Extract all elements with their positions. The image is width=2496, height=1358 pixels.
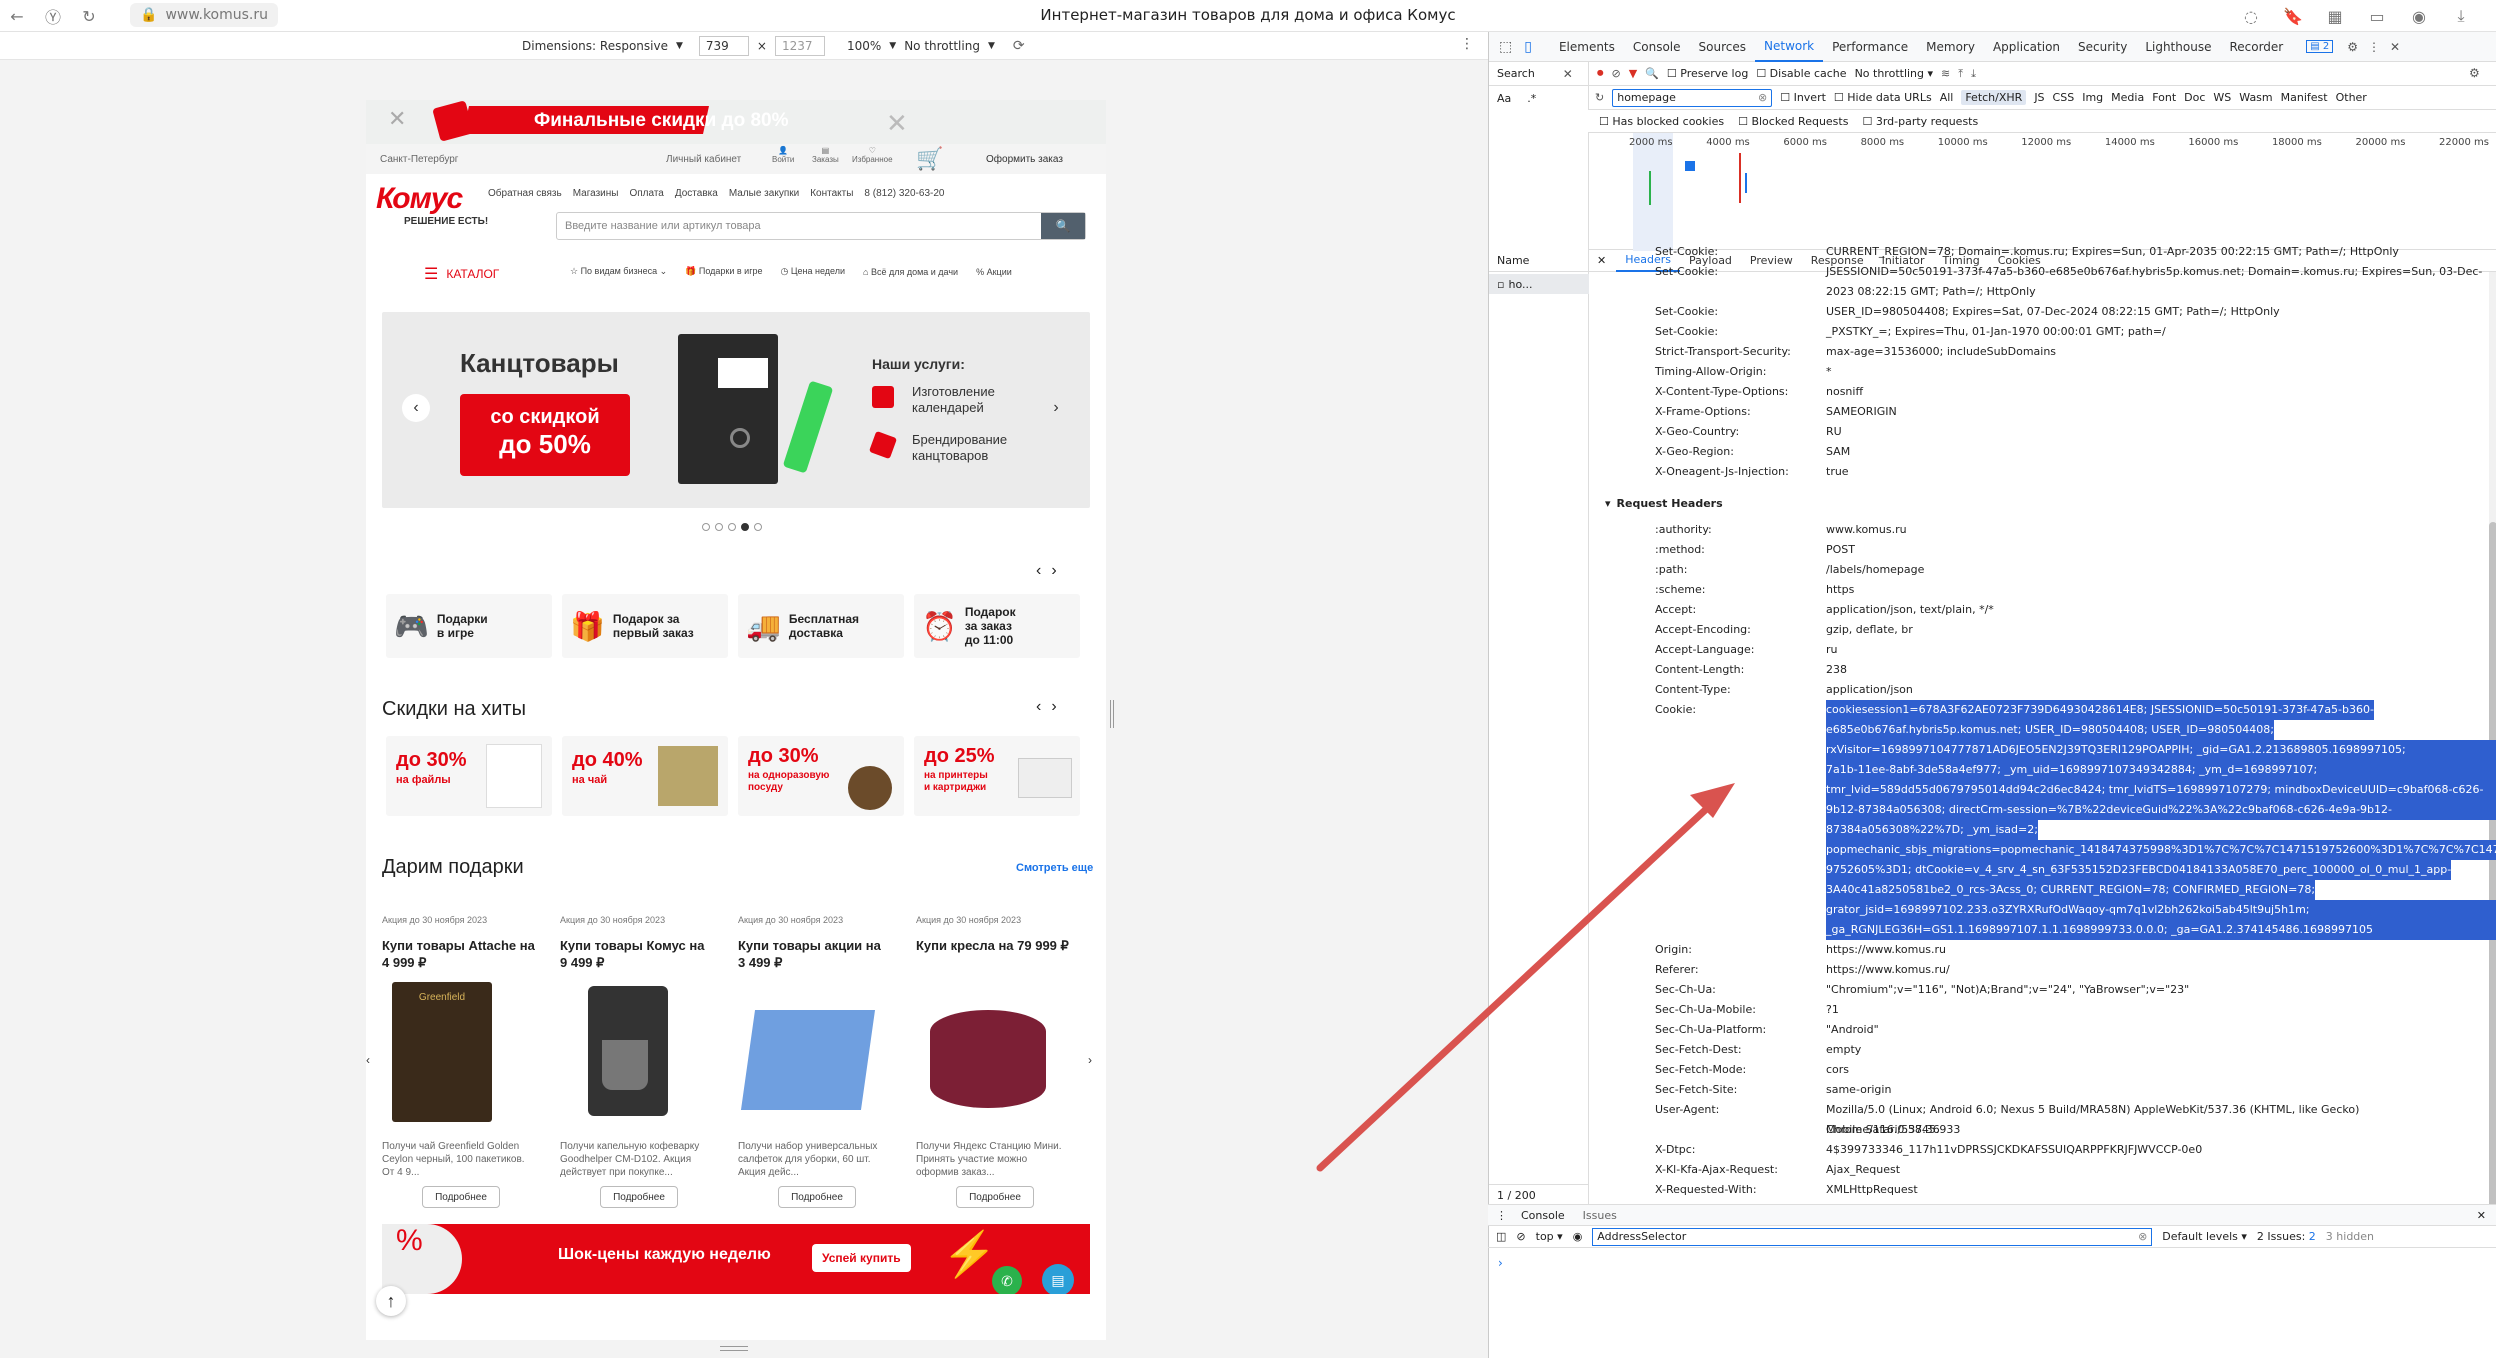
annotation-arrow — [1316, 783, 1735, 1172]
